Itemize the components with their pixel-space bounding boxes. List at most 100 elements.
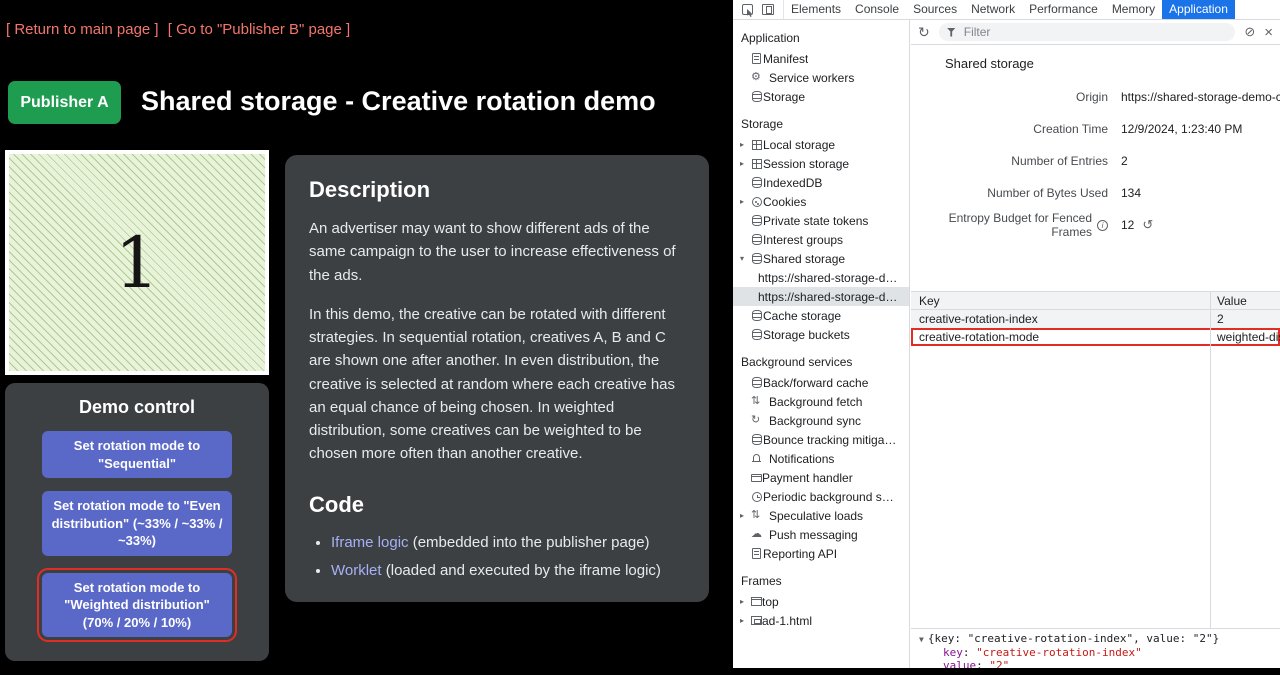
demo-buttons: Set rotation mode to "Sequential" Set ro… <box>42 431 232 637</box>
preview-value: "creative-rotation-index" <box>976 646 1142 659</box>
devtools-tab[interactable]: Network <box>964 0 1022 19</box>
item-label: Private state tokens <box>763 214 868 228</box>
metadata-value: 12/9/2024, 1:23:40 PM <box>1121 122 1242 136</box>
expand-arrow-icon[interactable]: ▸ <box>740 197 751 206</box>
devtools-tab[interactable]: Application <box>1162 0 1235 19</box>
panel-toolbar: ↻ ⊘ × <box>911 20 1280 45</box>
object-preview: ▼{key: "creative-rotation-index", value:… <box>911 628 1280 668</box>
code-item-text: (embedded into the publisher page) <box>409 534 650 551</box>
sidebar-item[interactable]: ▸ Session storage <box>733 154 909 173</box>
expand-arrow-icon[interactable]: ▾ <box>740 254 751 263</box>
expand-arrow-icon[interactable]: ▸ <box>740 597 751 606</box>
column-header-value[interactable]: Value <box>1211 292 1280 309</box>
item-label: Cookies <box>763 195 806 209</box>
preview-entry: value: "2" <box>919 659 1272 668</box>
item-icon <box>751 474 762 482</box>
sidebar-item[interactable]: ▸ Speculative loads <box>733 506 909 525</box>
devtools-tab[interactable]: Console <box>848 0 906 19</box>
info-icon[interactable] <box>1097 220 1108 231</box>
nav-link[interactable]: [ Return to main page ] <box>6 21 159 38</box>
device-toolbar-icon[interactable] <box>762 4 774 15</box>
item-icon <box>752 53 761 64</box>
expander-icon[interactable]: ▼ <box>919 635 924 644</box>
sidebar-item[interactable]: Background sync <box>733 411 909 430</box>
rotation-mode-button[interactable]: Set rotation mode to "Weighted distribut… <box>42 573 232 638</box>
devtools-tab[interactable]: Performance <box>1022 0 1105 19</box>
sidebar-item[interactable]: Service workers <box>733 68 909 87</box>
item-icon <box>751 453 763 465</box>
sidebar-item[interactable]: Payment handler <box>733 468 909 487</box>
sidebar-item[interactable]: Storage buckets <box>733 325 909 344</box>
item-label: Shared storage <box>763 252 845 266</box>
devtools-tab[interactable]: Sources <box>906 0 964 19</box>
table-row[interactable]: creative-rotation-index 2 <box>911 310 1280 328</box>
sidebar-item[interactable]: Push messaging <box>733 525 909 544</box>
expand-arrow-icon[interactable]: ▸ <box>740 511 751 520</box>
devtools-sidebar: Application Manifest Service workers <box>733 20 910 668</box>
sidebar-item[interactable]: Storage <box>733 87 909 106</box>
delete-icon[interactable]: × <box>1264 24 1273 41</box>
sidebar-item[interactable]: ▸ Local storage <box>733 135 909 154</box>
code-link[interactable]: Iframe logic <box>331 534 409 551</box>
item-label: Background fetch <box>769 395 862 409</box>
clear-storage-icon[interactable]: ⊘ <box>1244 24 1255 40</box>
sidebar-item[interactable]: Interest groups <box>733 230 909 249</box>
reload-icon[interactable]: ↻ <box>918 24 930 41</box>
item-icon <box>752 215 762 226</box>
expand-arrow-icon[interactable]: ▸ <box>740 159 751 168</box>
expand-arrow-icon[interactable]: ▸ <box>740 616 751 625</box>
column-header-key[interactable]: Key <box>911 292 1211 309</box>
code-link[interactable]: Worklet <box>331 562 382 579</box>
inspect-element-icon[interactable] <box>742 4 753 15</box>
metadata-value: 2 <box>1121 154 1128 168</box>
sidebar-item[interactable]: Reporting API <box>733 544 909 563</box>
sidebar-item[interactable]: Cache storage <box>733 306 909 325</box>
sidebar-item[interactable]: Bounce tracking mitiga… <box>733 430 909 449</box>
reset-budget-icon[interactable] <box>1142 217 1153 233</box>
filter-box[interactable] <box>939 23 1236 41</box>
rotation-mode-button[interactable]: Set rotation mode to "Even distribution"… <box>42 491 232 556</box>
description-paragraph: An advertiser may want to show different… <box>309 217 685 287</box>
expand-arrow-icon[interactable]: ▸ <box>740 140 751 149</box>
item-icon <box>752 177 762 188</box>
item-icon <box>751 529 763 541</box>
sidebar-item[interactable]: Notifications <box>733 449 909 468</box>
table-empty-area <box>911 346 1280 628</box>
sidebar-item[interactable]: Manifest <box>733 49 909 68</box>
metadata-value: 134 <box>1121 186 1141 200</box>
item-icon <box>751 72 763 84</box>
metadata-value-text: 12/9/2024, 1:23:40 PM <box>1121 122 1242 136</box>
sidebar-item[interactable]: ▸ top <box>733 592 909 611</box>
metadata-label: Creation Time <box>918 122 1108 136</box>
sidebar-item[interactable]: ▸ ad-1.html <box>733 611 909 630</box>
nav-link[interactable]: [ Go to "Publisher B" page ] <box>168 21 350 38</box>
filter-funnel-icon <box>947 28 956 37</box>
filter-input[interactable] <box>962 24 1228 40</box>
sidebar-item[interactable]: Private state tokens <box>733 211 909 230</box>
rotation-mode-button[interactable]: Set rotation mode to "Sequential" <box>42 431 232 478</box>
sidebar-item[interactable]: Background fetch <box>733 392 909 411</box>
item-icon <box>752 159 762 169</box>
sidebar-item[interactable]: Periodic background s… <box>733 487 909 506</box>
preview-key: key <box>943 646 963 659</box>
creative-ad-frame: 1 <box>5 150 269 375</box>
creative-number: 1 <box>115 228 160 298</box>
devtools-tabs: Elements Console Sources Network Perform… <box>784 0 1235 19</box>
item-label: Storage <box>763 90 805 104</box>
devtools-tab[interactable]: Memory <box>1105 0 1162 19</box>
devtools-tab[interactable]: Elements <box>784 0 848 19</box>
preview-summary[interactable]: ▼{key: "creative-rotation-index", value:… <box>919 632 1272 646</box>
sidebar-item[interactable]: https://shared-storage-d… <box>733 268 909 287</box>
item-icon <box>752 310 762 321</box>
sidebar-item[interactable]: IndexedDB <box>733 173 909 192</box>
sidebar-item[interactable]: Back/forward cache <box>733 373 909 392</box>
table-row[interactable]: creative-rotation-mode weighted-distribu… <box>911 328 1280 346</box>
item-label: IndexedDB <box>763 176 822 190</box>
sidebar-item[interactable]: ▸ Cookies <box>733 192 909 211</box>
sidebar-item[interactable]: ▾ Shared storage <box>733 249 909 268</box>
sidebar-item[interactable]: https://shared-storage-d… <box>733 287 909 306</box>
metadata-value-text: 134 <box>1121 186 1141 200</box>
description-heading: Description <box>309 177 685 203</box>
sidebar-section-background-services: Background services Back/forward cache B… <box>733 348 909 563</box>
sidebar-section-title: Storage <box>733 110 909 135</box>
